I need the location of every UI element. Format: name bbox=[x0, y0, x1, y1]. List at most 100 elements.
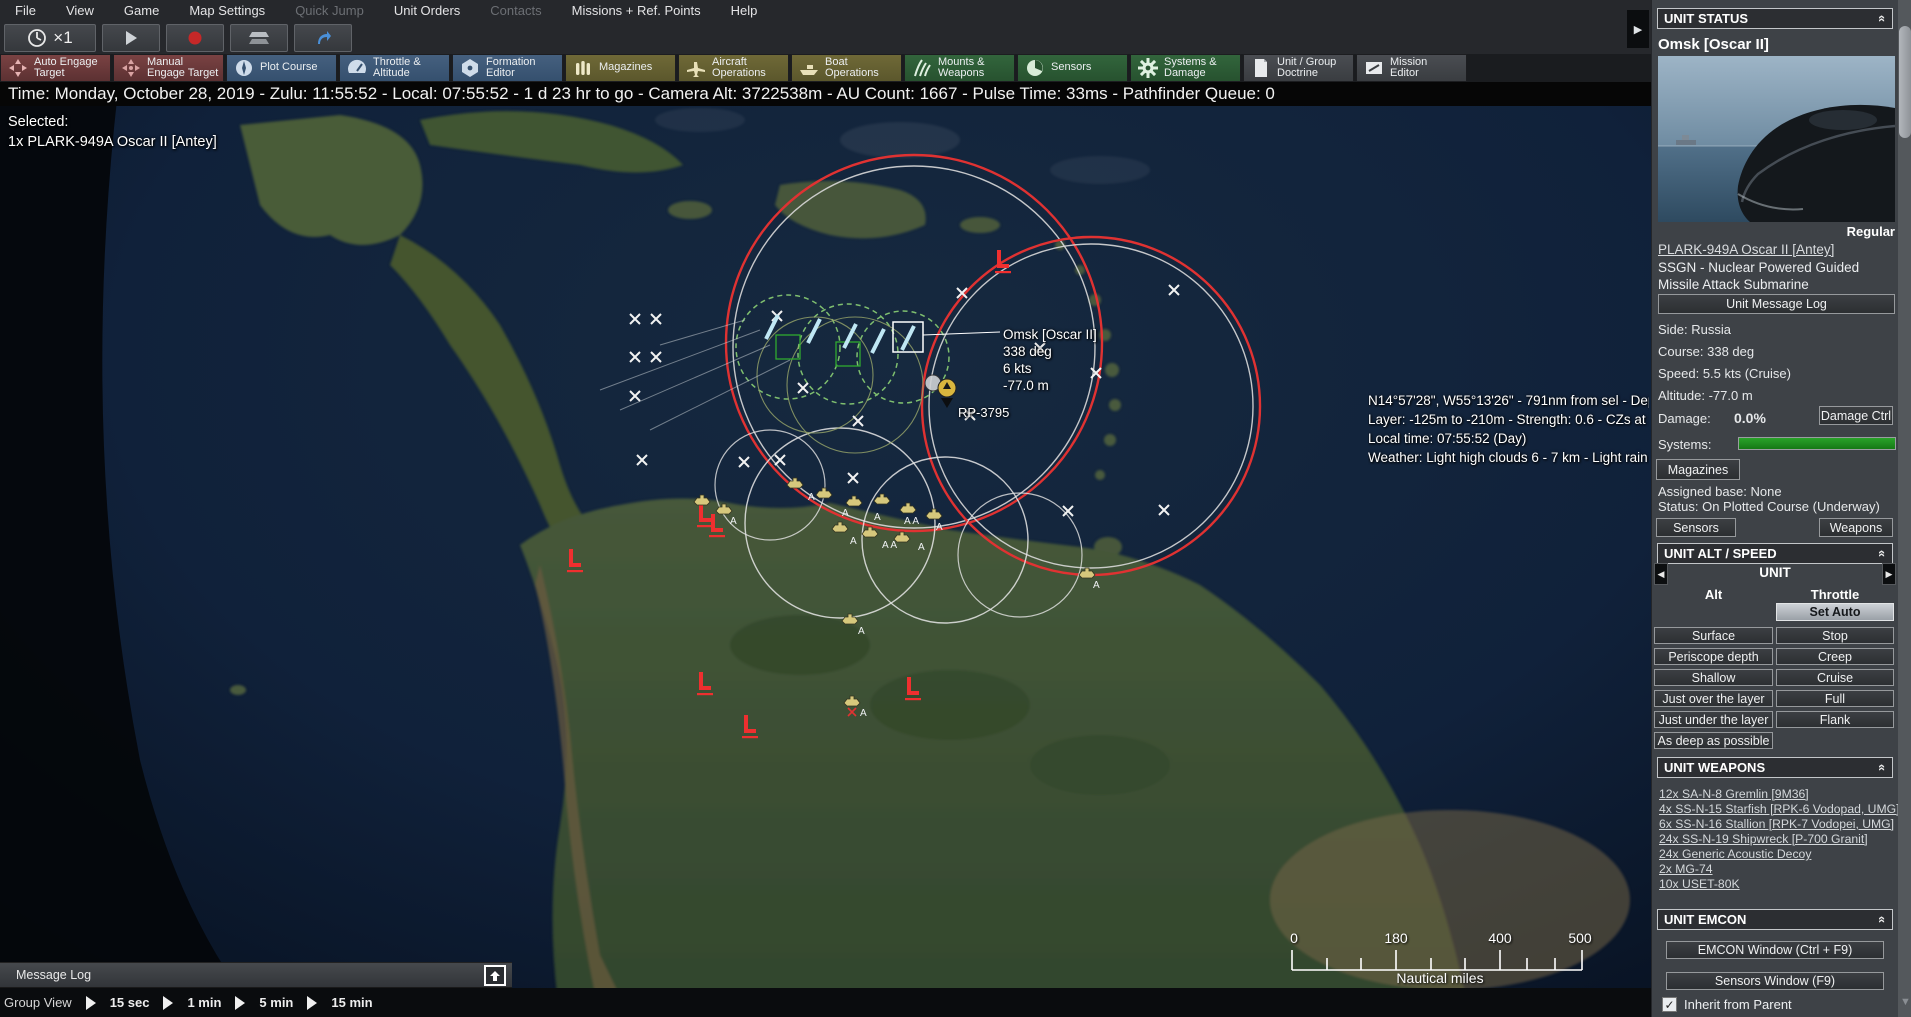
alt-surface-button[interactable]: Surface bbox=[1654, 627, 1773, 644]
sidebar-scrollbar[interactable]: ▼ bbox=[1898, 0, 1911, 1017]
unit-map-label: Omsk [Oscar II] 338 deg 6 kts -77.0 m bbox=[1003, 326, 1097, 394]
plot-course-button[interactable]: Plot Course bbox=[226, 54, 337, 82]
magazines-icon bbox=[572, 57, 594, 79]
button-label: Altitude bbox=[373, 68, 421, 80]
button-label: Weapons bbox=[938, 68, 984, 80]
weapon-link[interactable]: 2x MG-74 bbox=[1659, 862, 1713, 876]
boat-operations-button[interactable]: BoatOperations bbox=[791, 54, 902, 82]
group-view-button[interactable]: Group View bbox=[4, 995, 72, 1010]
weapon-link[interactable]: 12x SA-N-8 Gremlin [9M36] bbox=[1659, 787, 1809, 801]
auto-engage-target-button[interactable]: Auto EngageTarget bbox=[0, 54, 111, 82]
step-15min-button[interactable]: 15 min bbox=[331, 995, 372, 1010]
sidebar-collapse-button[interactable]: ▶ bbox=[1627, 10, 1649, 48]
map-canvas[interactable]: AAA A AAA A AAA AAA bbox=[0, 0, 1911, 1017]
svg-text:A A: A A bbox=[904, 516, 919, 527]
message-log-bar[interactable]: Message Log bbox=[0, 962, 512, 988]
mission-editor-icon bbox=[1363, 57, 1385, 79]
sim-control-bar: ×1 bbox=[0, 22, 1651, 54]
unit-emcon-header[interactable]: UNIT EMCON « bbox=[1657, 909, 1893, 930]
step-arrow-icon bbox=[163, 996, 173, 1010]
formation-editor-button[interactable]: FormationEditor bbox=[452, 54, 563, 82]
manual-engage-target-button[interactable]: ManualEngage Target bbox=[113, 54, 224, 82]
time-compression-button[interactable]: ×1 bbox=[4, 24, 96, 52]
step-15sec-button[interactable]: 15 sec bbox=[110, 995, 150, 1010]
weapons-sidebar-button[interactable]: Weapons bbox=[1819, 518, 1893, 537]
jump-back-button[interactable] bbox=[294, 24, 352, 52]
throttle-creep-button[interactable]: Creep bbox=[1776, 648, 1894, 665]
step-5min-button[interactable]: 5 min bbox=[259, 995, 293, 1010]
alt-shallow-button[interactable]: Shallow bbox=[1654, 669, 1773, 686]
formation-icon bbox=[459, 57, 481, 79]
selection-readout: Selected: 1x PLARK-949A Oscar II [Antey] bbox=[8, 112, 217, 152]
systems-damage-button[interactable]: Systems &Damage bbox=[1130, 54, 1241, 82]
menu-game[interactable]: Game bbox=[109, 0, 174, 22]
unit-status-header[interactable]: UNIT STATUS « bbox=[1657, 8, 1893, 29]
play-button[interactable] bbox=[102, 24, 160, 52]
button-label: Editor bbox=[486, 68, 536, 80]
throttle-stop-button[interactable]: Stop bbox=[1776, 627, 1894, 644]
weapon-link[interactable]: 6x SS-N-16 Stallion [RPK-7 Vodopei, UMG] bbox=[1659, 817, 1894, 831]
throttle-flank-button[interactable]: Flank bbox=[1776, 711, 1894, 728]
document-icon bbox=[1250, 57, 1272, 79]
mounts-weapons-button[interactable]: Mounts &Weapons bbox=[904, 54, 1015, 82]
inherit-from-parent-checkbox[interactable]: ✓ bbox=[1662, 997, 1677, 1012]
throttle-altitude-button[interactable]: Throttle &Altitude bbox=[339, 54, 450, 82]
svg-text:A: A bbox=[936, 522, 943, 533]
unit-weapons-header[interactable]: UNIT WEAPONS « bbox=[1657, 757, 1893, 778]
menu-help[interactable]: Help bbox=[716, 0, 773, 22]
record-button[interactable] bbox=[166, 24, 224, 52]
button-label: Editor bbox=[1390, 68, 1427, 80]
weapon-link[interactable]: 10x USET-80K bbox=[1659, 877, 1740, 891]
prev-scope-button[interactable]: ◀ bbox=[1654, 563, 1668, 585]
arrow-up-icon bbox=[489, 970, 501, 982]
menu-map-settings[interactable]: Map Settings bbox=[174, 0, 280, 22]
throttle-full-button[interactable]: Full bbox=[1776, 690, 1894, 707]
mission-editor-button[interactable]: MissionEditor bbox=[1356, 54, 1467, 82]
curved-arrow-icon bbox=[315, 30, 331, 46]
unit-speed: Speed: 5.5 kts (Cruise) bbox=[1658, 366, 1791, 381]
record-icon bbox=[187, 30, 203, 46]
emcon-window-button[interactable]: EMCON Window (Ctrl + F9) bbox=[1666, 941, 1884, 959]
menu-file[interactable]: File bbox=[0, 0, 51, 22]
alt-over-layer-button[interactable]: Just over the layer bbox=[1654, 690, 1773, 707]
selection-value: 1x PLARK-949A Oscar II [Antey] bbox=[8, 132, 217, 152]
menu-missions-ref-points[interactable]: Missions + Ref. Points bbox=[557, 0, 716, 22]
unit-course: Course: 338 deg bbox=[1658, 344, 1754, 359]
next-scope-button[interactable]: ▶ bbox=[1882, 563, 1896, 585]
menu-view[interactable]: View bbox=[51, 0, 109, 22]
magazines-sidebar-button[interactable]: Magazines bbox=[1656, 459, 1740, 480]
scrollbar-thumb[interactable] bbox=[1899, 26, 1911, 138]
menu-unit-orders[interactable]: Unit Orders bbox=[379, 0, 475, 22]
alt-under-layer-button[interactable]: Just under the layer bbox=[1654, 711, 1773, 728]
expand-message-log-button[interactable] bbox=[484, 965, 506, 986]
unit-side: Side: Russia bbox=[1658, 322, 1731, 337]
map-layers-button[interactable] bbox=[230, 24, 288, 52]
aircraft-operations-button[interactable]: AircraftOperations bbox=[678, 54, 789, 82]
systems-label: Systems: bbox=[1658, 437, 1711, 452]
unit-map-depth: -77.0 m bbox=[1003, 377, 1097, 394]
unit-message-log-button[interactable]: Unit Message Log bbox=[1658, 294, 1895, 314]
damage-ctrl-button[interactable]: Damage Ctrl bbox=[1819, 406, 1893, 425]
collapse-chevron-icon: « bbox=[1875, 15, 1890, 22]
sensors-window-button[interactable]: Sensors Window (F9) bbox=[1666, 972, 1884, 990]
unit-alt-speed-header[interactable]: UNIT ALT / SPEED « bbox=[1657, 543, 1893, 564]
sensors-sidebar-button[interactable]: Sensors bbox=[1656, 518, 1736, 537]
unit-group-doctrine-button[interactable]: Unit / GroupDoctrine bbox=[1243, 54, 1354, 82]
scale-tick-label: 500 bbox=[1568, 930, 1591, 946]
magazines-button[interactable]: Magazines bbox=[565, 54, 676, 82]
set-auto-button[interactable]: Set Auto bbox=[1776, 603, 1894, 621]
sensors-button[interactable]: Sensors bbox=[1017, 54, 1128, 82]
unit-class-link[interactable]: PLARK-949A Oscar II [Antey] bbox=[1658, 242, 1834, 257]
button-label: Target bbox=[34, 68, 98, 80]
alt-periscope-button[interactable]: Periscope depth bbox=[1654, 648, 1773, 665]
weapon-link[interactable]: 24x Generic Acoustic Decoy bbox=[1659, 847, 1811, 861]
weapon-link[interactable]: 24x SS-N-19 Shipwreck [P-700 Granit] bbox=[1659, 832, 1868, 846]
weapon-link[interactable]: 4x SS-N-15 Starfish [RPK-6 Vodopad, UMG] bbox=[1659, 802, 1899, 816]
reference-point-label[interactable]: RP-3795 bbox=[958, 405, 1009, 420]
step-1min-button[interactable]: 1 min bbox=[187, 995, 221, 1010]
throttle-cruise-button[interactable]: Cruise bbox=[1776, 669, 1894, 686]
unit-status-sidebar: UNIT STATUS « Omsk [Oscar II] Regu bbox=[1651, 0, 1911, 1017]
aircraft-icon bbox=[685, 57, 707, 79]
alt-deep-button[interactable]: As deep as possible bbox=[1654, 732, 1773, 749]
scrollbar-down-arrow[interactable]: ▼ bbox=[1900, 996, 1911, 1008]
